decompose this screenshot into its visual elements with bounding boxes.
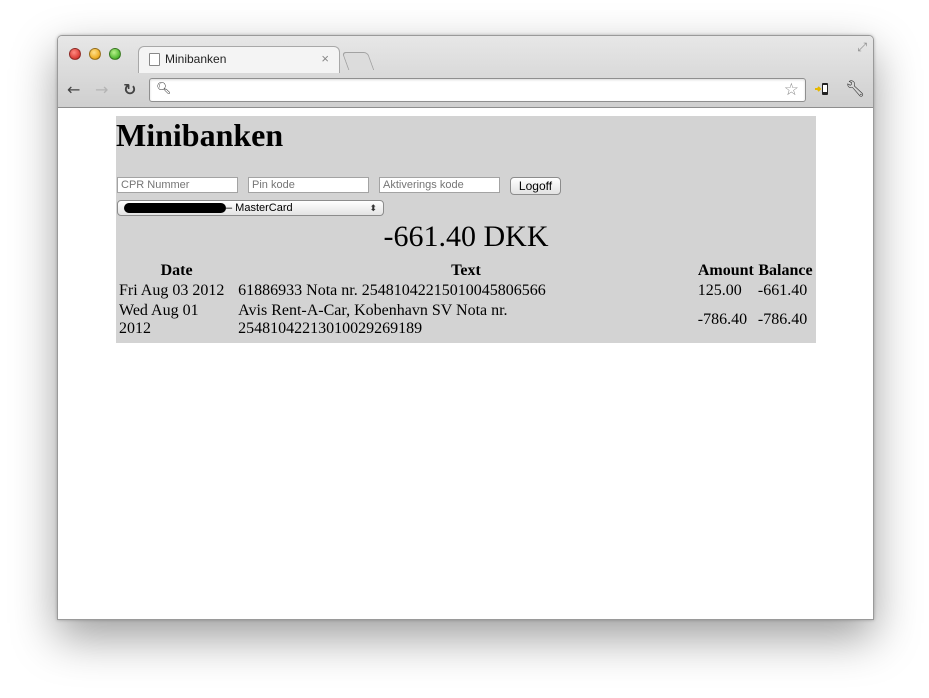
tab-title: Minibanken [165, 52, 227, 66]
bookmark-star-icon[interactable]: ☆ [784, 80, 799, 100]
table-header-row: Date Text Amount Balance [118, 261, 814, 280]
column-header-balance: Balance [758, 261, 813, 279]
logoff-button[interactable]: Logoff [510, 177, 561, 195]
extension-icon[interactable] [814, 81, 830, 97]
activation-code-input[interactable] [379, 177, 500, 193]
table-row: Fri Aug 03 2012 61886933 Nota nr. 254810… [118, 282, 814, 300]
redacted-account-number [124, 203, 226, 213]
column-header-text: Text [451, 261, 481, 279]
browser-window: Minibanken × ⤢ ← → ↻ 🔍︎ ☆ 🔧︎ Minibanken … [57, 35, 874, 620]
pin-input[interactable] [248, 177, 369, 193]
row-amount: 125.00 [697, 282, 742, 299]
browser-tab[interactable]: Minibanken × [138, 46, 340, 73]
reload-icon[interactable]: ↻ [123, 80, 136, 99]
search-icon: 🔍︎ [156, 81, 172, 95]
address-bar[interactable]: 🔍︎ ☆ [149, 78, 806, 102]
row-balance: -661.40 [757, 282, 808, 299]
bank-panel: Minibanken Logoff – MasterCard ⬍ -661.40… [116, 116, 816, 343]
page-viewport: Minibanken Logoff – MasterCard ⬍ -661.40… [58, 108, 873, 619]
transactions-table: Date Text Amount Balance Fri Aug 03 2012… [116, 259, 816, 340]
close-window-icon[interactable] [69, 48, 81, 60]
browser-toolbar: ← → ↻ 🔍︎ ☆ 🔧︎ [58, 74, 873, 107]
row-balance: -786.40 [757, 311, 808, 328]
page-icon [149, 52, 160, 66]
column-header-date: Date [160, 261, 193, 279]
tab-close-icon[interactable]: × [321, 51, 329, 66]
row-amount: -786.40 [697, 311, 748, 328]
back-icon[interactable]: ← [67, 80, 80, 99]
page-title: Minibanken [116, 117, 284, 153]
browser-chrome: Minibanken × ⤢ ← → ↻ 🔍︎ ☆ 🔧︎ [58, 36, 873, 108]
zoom-window-icon[interactable] [109, 48, 121, 60]
fullscreen-icon[interactable]: ⤢ [857, 40, 867, 55]
cpr-input[interactable] [117, 177, 238, 193]
new-tab-button[interactable] [341, 52, 375, 70]
select-arrows-icon: ⬍ [369, 203, 377, 213]
account-select[interactable]: – MasterCard ⬍ [117, 200, 384, 216]
account-balance: -661.40 DKK [383, 220, 549, 253]
row-text: Avis Rent-A-Car, Kobenhavn SV Nota nr. 2… [238, 302, 508, 337]
table-row: Wed Aug 01 2012 Avis Rent-A-Car, Kobenha… [118, 302, 814, 338]
forward-icon[interactable]: → [95, 80, 108, 99]
row-date: Wed Aug 01 2012 [119, 302, 199, 337]
row-date: Fri Aug 03 2012 [119, 282, 225, 299]
account-select-value: – MasterCard [226, 202, 293, 214]
column-header-amount: Amount [697, 261, 754, 279]
minimize-window-icon[interactable] [89, 48, 101, 60]
row-text: 61886933 Nota nr. 2548104221501004580656… [238, 282, 546, 299]
wrench-icon[interactable]: 🔧︎ [845, 79, 865, 98]
